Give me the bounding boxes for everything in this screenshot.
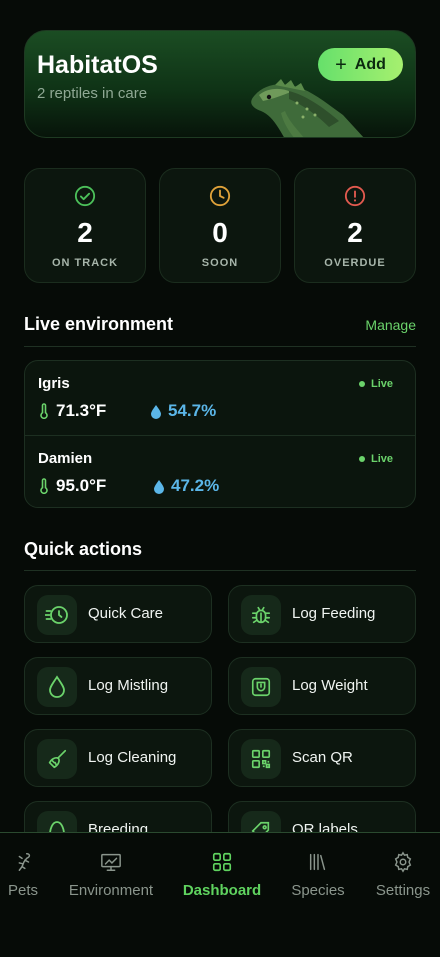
dashboard-scroll[interactable]: HabitatOS 2 reptiles in care + Add 2 ON … bbox=[0, 0, 440, 832]
grid-icon bbox=[212, 852, 232, 872]
tab-label: Environment bbox=[68, 882, 154, 899]
scale-icon bbox=[241, 667, 281, 707]
plus-icon: + bbox=[335, 53, 347, 76]
tab-pets[interactable]: Pets bbox=[4, 851, 42, 899]
humidity-value: 47.2% bbox=[171, 476, 220, 495]
monitor-chart-icon bbox=[101, 853, 121, 871]
tab-environment[interactable]: Environment bbox=[64, 851, 158, 899]
thermometer-icon bbox=[40, 403, 48, 419]
egg-icon bbox=[37, 811, 77, 832]
qr-code-icon bbox=[241, 739, 281, 779]
stat-value: 0 bbox=[212, 217, 228, 248]
environment-row-damien[interactable]: Damien Live 95.0°F 47.2% bbox=[25, 435, 415, 509]
quick-action-label: Breeding bbox=[88, 821, 149, 832]
bug-icon bbox=[241, 595, 281, 635]
quick-action-label: Log Cleaning bbox=[88, 749, 177, 766]
tab-dashboard[interactable]: Dashboard bbox=[181, 851, 263, 899]
stat-value: 2 bbox=[77, 217, 93, 248]
lizard-icon bbox=[18, 853, 31, 871]
alert-circle-icon bbox=[344, 185, 366, 207]
environment-card: Igris Live 71.3°F 54.7% Damien Live 95.0… bbox=[24, 360, 416, 508]
reptile-count: 2 reptiles in care bbox=[37, 85, 148, 102]
stat-label: ON TRACK bbox=[51, 257, 119, 269]
breeding-button[interactable]: Breeding bbox=[24, 801, 212, 832]
quick-action-label: QR labels bbox=[292, 821, 358, 832]
quick-action-label: Scan QR bbox=[292, 749, 353, 766]
droplet-icon bbox=[154, 479, 164, 494]
tab-label: Dashboard bbox=[182, 882, 262, 899]
log-cleaning-button[interactable]: Log Cleaning bbox=[24, 729, 212, 787]
quick-action-label: Log Feeding bbox=[292, 605, 376, 622]
books-icon bbox=[309, 853, 326, 871]
clock-icon bbox=[209, 185, 231, 207]
environment-row-igris[interactable]: Igris Live 71.3°F 54.7% bbox=[25, 361, 415, 435]
tab-species[interactable]: Species bbox=[288, 851, 348, 899]
pet-name: Igris bbox=[38, 375, 70, 392]
stat-soon[interactable]: 0 SOON bbox=[159, 168, 281, 283]
stat-value: 2 bbox=[347, 217, 363, 248]
stat-overdue[interactable]: 2 OVERDUE bbox=[294, 168, 416, 283]
tab-label: Pets bbox=[7, 882, 38, 899]
quick-action-label: Log Mistling bbox=[88, 677, 169, 694]
tab-label: Species bbox=[291, 882, 345, 899]
temperature-value: 95.0°F bbox=[56, 476, 107, 495]
divider bbox=[24, 346, 416, 347]
live-dot-icon bbox=[358, 381, 365, 387]
humidity-value: 54.7% bbox=[168, 401, 217, 420]
add-button-label: Add bbox=[354, 55, 386, 73]
live-dot-icon bbox=[358, 456, 365, 462]
thermometer-icon bbox=[40, 478, 48, 494]
droplet-icon bbox=[151, 404, 161, 419]
stat-on-track[interactable]: 2 ON TRACK bbox=[24, 168, 146, 283]
broom-icon bbox=[37, 739, 77, 779]
humidity-reading: 47.2% bbox=[153, 476, 219, 496]
temperature-value: 71.3°F bbox=[56, 401, 107, 420]
log-misting-button[interactable]: Log Mistling bbox=[24, 657, 212, 715]
tab-bar: Pets Environment Dashboard Species Setti… bbox=[0, 832, 440, 957]
live-badge-label: Live bbox=[370, 378, 393, 390]
stat-label: OVERDUE bbox=[324, 257, 386, 269]
qr-labels-button[interactable]: QR labels bbox=[228, 801, 416, 832]
check-circle-icon bbox=[74, 185, 96, 207]
temperature-reading: 95.0°F bbox=[38, 476, 106, 496]
manage-link[interactable]: Manage bbox=[365, 317, 416, 333]
log-weight-button[interactable]: Log Weight bbox=[228, 657, 416, 715]
app-title: HabitatOS bbox=[37, 51, 158, 79]
live-badge: Live bbox=[358, 378, 393, 390]
humidity-reading: 54.7% bbox=[150, 401, 216, 421]
tag-icon bbox=[241, 811, 281, 832]
tab-label: Settings bbox=[375, 882, 431, 899]
tab-settings[interactable]: Settings bbox=[373, 851, 433, 899]
add-button[interactable]: + Add bbox=[318, 48, 403, 81]
live-badge-label: Live bbox=[370, 453, 393, 465]
droplet-icon bbox=[37, 667, 77, 707]
quick-action-label: Quick Care bbox=[88, 605, 164, 622]
log-feeding-button[interactable]: Log Feeding bbox=[228, 585, 416, 643]
temperature-reading: 71.3°F bbox=[38, 401, 106, 421]
quick-timer-icon bbox=[37, 595, 77, 635]
gear-icon bbox=[394, 851, 412, 873]
environment-section-title: Live environment bbox=[24, 314, 174, 334]
quick-actions-title: Quick actions bbox=[24, 539, 143, 559]
quick-action-label: Log Weight bbox=[292, 677, 368, 694]
stat-label: SOON bbox=[201, 257, 239, 269]
live-badge: Live bbox=[358, 453, 393, 465]
pet-name: Damien bbox=[38, 450, 93, 467]
quick-care-button[interactable]: Quick Care bbox=[24, 585, 212, 643]
scan-qr-button[interactable]: Scan QR bbox=[228, 729, 416, 787]
hero-card: HabitatOS 2 reptiles in care + Add bbox=[24, 30, 416, 138]
divider bbox=[24, 570, 416, 571]
